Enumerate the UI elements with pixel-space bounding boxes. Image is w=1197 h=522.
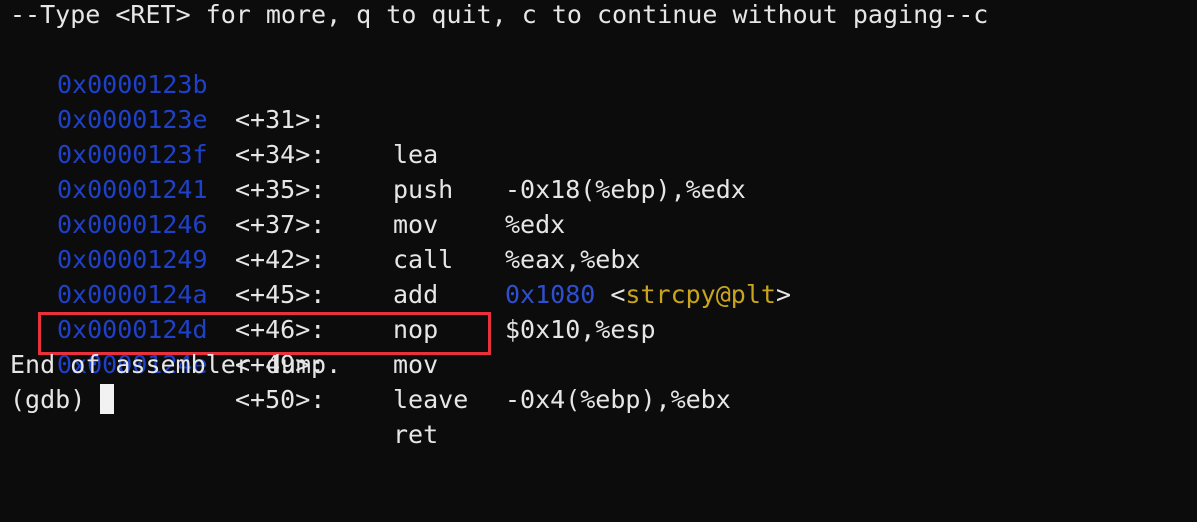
gdb-prompt-line[interactable]: (gdb) <box>10 382 115 417</box>
disasm-row: 0x00001241 <+37>: call 0x1080 <strcpy@pl… <box>0 137 1197 309</box>
disasm-row: 0x0000124a <+46>: mov -0x4(%ebp),%ebx <box>0 242 1197 414</box>
text-cursor <box>100 384 115 414</box>
pager-prompt-line: --Type <RET> for more, q to quit, c to c… <box>10 0 989 29</box>
disasm-row: 0x0000124d <+49>: leave <box>0 277 1197 414</box>
instruction-mnemonic: ret <box>393 420 439 449</box>
end-of-dump-message: End of assembler dump. <box>10 350 342 379</box>
disasm-row: 0x00001249 <+45>: nop <box>0 207 1197 344</box>
gdb-prompt: (gdb) <box>10 385 101 414</box>
disasm-row: 0x0000123f <+35>: mov %eax,%ebx <box>0 102 1197 274</box>
disasm-row: 0x0000123b <+31>: lea -0x18(%ebp),%edx <box>0 32 1197 204</box>
instruction-offset: <+50>: <box>235 385 326 414</box>
instruction-operands: -0x4(%ebp),%ebx <box>505 385 731 414</box>
disasm-row: 0x0000123e <+34>: push %edx <box>0 67 1197 239</box>
disasm-row: 0x00001246 <+42>: add $0x10,%esp <box>0 172 1197 344</box>
instruction-mnemonic: leave <box>393 385 469 414</box>
